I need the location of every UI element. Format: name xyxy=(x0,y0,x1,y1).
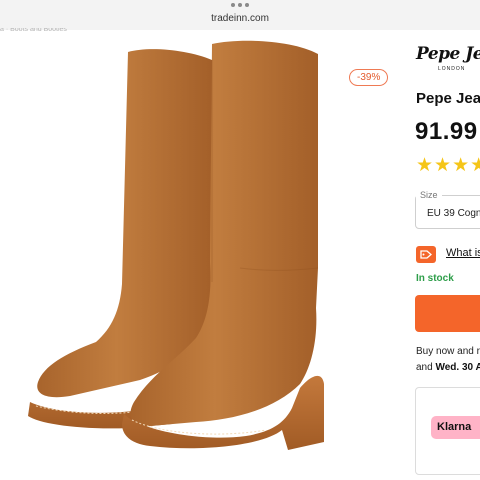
brand-name: Pepe Jeans xyxy=(416,44,480,64)
promo-info-link[interactable]: What is xyxy=(446,247,480,259)
delivery-prefix: and xyxy=(416,362,433,373)
brand-subtitle: LONDON xyxy=(438,66,466,72)
star-icon: ★ xyxy=(452,155,471,176)
delivery-line-1: Buy now and r xyxy=(416,346,480,357)
more-dots-icon[interactable] xyxy=(231,3,249,7)
size-value: EU 39 Cogn xyxy=(427,208,480,219)
star-icon: ★ xyxy=(470,155,480,176)
boots-image xyxy=(28,40,324,450)
rating-stars[interactable]: ★★★★ xyxy=(416,156,480,176)
delivery-line-2: and Wed. 30 A xyxy=(416,360,480,376)
stock-status: In stock xyxy=(416,273,454,284)
add-to-cart-button[interactable] xyxy=(415,295,480,332)
star-icon: ★ xyxy=(434,155,453,176)
browser-toolbar: tradeinn.com xyxy=(0,0,480,30)
delivery-info: Buy now and r and Wed. 30 A xyxy=(416,344,480,376)
product-page: tradeinn.com a · Boots and Booties -39% … xyxy=(0,0,480,480)
brand-logo[interactable]: Pepe Jeans LONDON xyxy=(416,44,480,74)
product-image[interactable]: -39% xyxy=(0,32,400,480)
delivery-date: Wed. 30 A xyxy=(435,362,480,373)
discount-badge: -39% xyxy=(349,69,389,86)
star-icon: ★ xyxy=(416,155,435,176)
address-bar[interactable]: tradeinn.com xyxy=(0,13,480,24)
product-title: Pepe Jea xyxy=(416,90,480,107)
klarna-logo: Klarna xyxy=(431,416,480,439)
size-label: Size xyxy=(416,190,442,200)
product-price: 91.99 xyxy=(415,118,478,145)
tag-icon xyxy=(416,246,436,263)
product-info-panel: Pepe Jeans LONDON Pepe Jea 91.99 ★★★★ Si… xyxy=(400,32,480,480)
